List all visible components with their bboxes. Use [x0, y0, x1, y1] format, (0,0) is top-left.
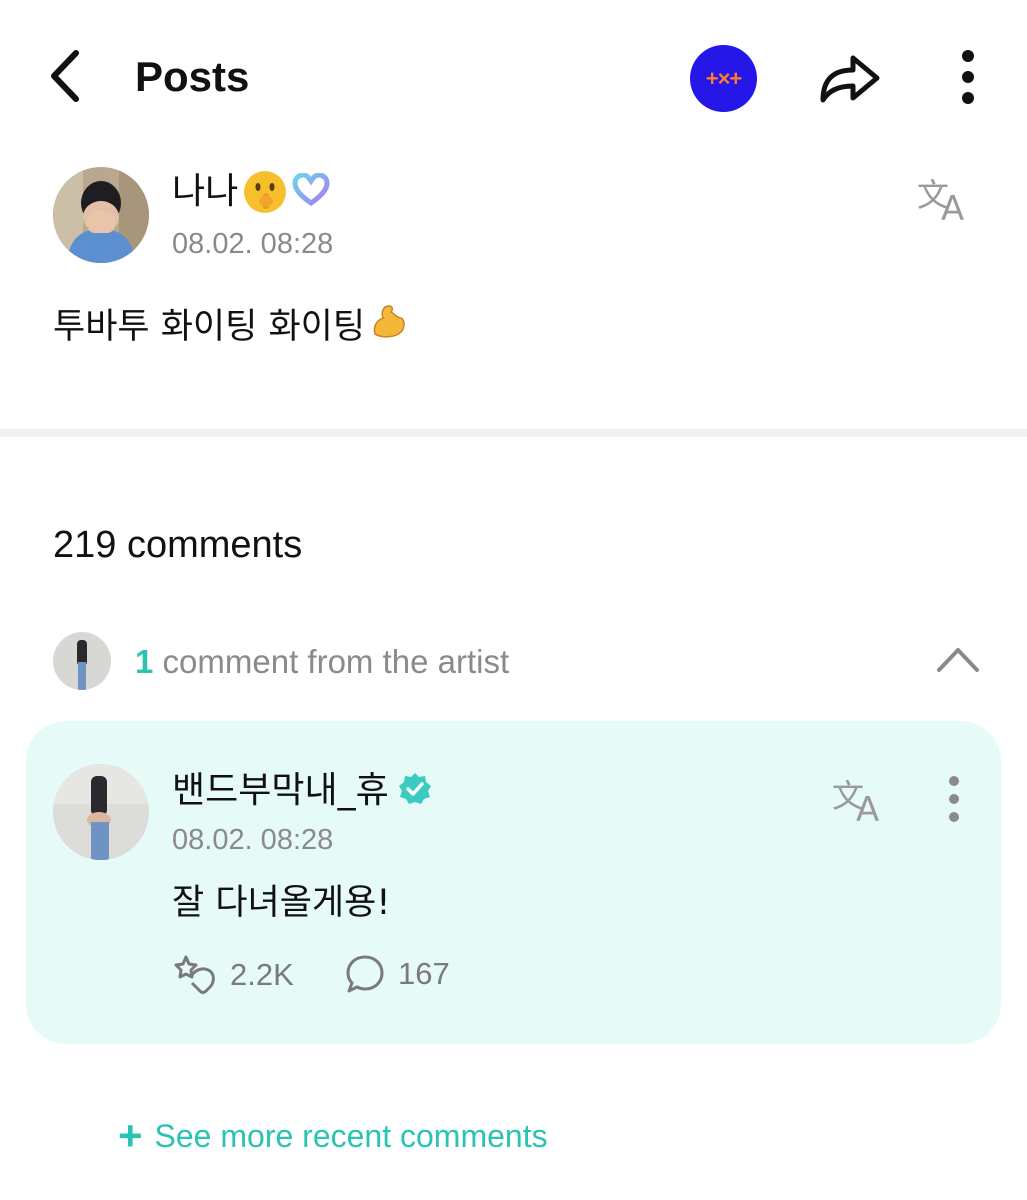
artist-comment-label: comment from the artist: [162, 643, 510, 680]
cheer-icon: [174, 955, 215, 994]
top-bar: Posts +×+: [0, 0, 1027, 150]
translate-icon: 文 A: [917, 176, 964, 229]
artist-comments-summary: 1 comment from the artist: [135, 640, 509, 684]
artist-comments-toggle[interactable]: 1 comment from the artist: [53, 632, 983, 692]
chevron-up-icon: [937, 648, 979, 672]
community-badge-label: +×+: [705, 65, 743, 91]
svg-text:A: A: [941, 189, 964, 226]
verified-badge-icon: [397, 771, 433, 811]
svg-text:A: A: [856, 790, 879, 827]
artist-comment-count: 1: [135, 643, 154, 680]
shushing-face-emoji: [244, 171, 287, 213]
back-button[interactable]: [36, 44, 92, 108]
artist-avatar[interactable]: [53, 764, 149, 860]
see-more-label: See more recent comments: [154, 1118, 548, 1154]
cheer-count: 2.2K: [230, 957, 294, 992]
translate-icon: 文 A: [832, 777, 879, 830]
cheer-button[interactable]: 2.2K: [172, 953, 294, 997]
share-arrow-icon: [820, 55, 880, 103]
artist-comment-author: 밴드부막내_휴: [172, 767, 433, 815]
post-author: 나나: [172, 168, 330, 216]
artist-comment-timestamp: 08.02. 08:28: [172, 824, 334, 856]
artist-name[interactable]: 밴드부막내_휴: [172, 767, 389, 815]
reply-button[interactable]: 167: [344, 953, 450, 995]
see-more-comments-button[interactable]: + See more recent comments: [118, 1114, 548, 1158]
share-button[interactable]: [815, 48, 885, 108]
artist-mini-avatar: [53, 632, 111, 690]
plus-icon: +: [118, 1112, 143, 1159]
post-author-name[interactable]: 나나: [172, 168, 238, 216]
comment-bubble-icon: [346, 955, 384, 993]
post-body-text: 투바투 화이팅 화이팅: [53, 307, 366, 347]
section-divider: [0, 429, 1027, 437]
collapse-button[interactable]: [933, 638, 983, 678]
heart-badge-icon: [292, 172, 330, 211]
translate-post-button[interactable]: 文 A: [915, 170, 977, 229]
post-timestamp: 08.02. 08:28: [172, 228, 334, 260]
page-title: Posts: [135, 53, 250, 100]
comment-more-button[interactable]: [934, 775, 974, 823]
more-vertical-icon: [949, 776, 959, 822]
community-badge[interactable]: +×+: [690, 45, 757, 112]
reply-count: 167: [398, 956, 450, 991]
more-vertical-icon: [962, 50, 974, 104]
comment-count: 219 comments: [53, 524, 303, 566]
chevron-left-icon: [51, 50, 79, 102]
more-options-button[interactable]: [948, 46, 988, 110]
post-body: 투바투 화이팅 화이팅: [53, 300, 409, 354]
artist-comment-card: 밴드부막내_휴 08.02. 08:28 文 A 잘 다녀올게용! 2.2K 1…: [26, 721, 1001, 1044]
flexed-biceps-emoji: [369, 300, 409, 354]
artist-comment-body: 잘 다녀올게용!: [172, 883, 391, 923]
post-author-avatar[interactable]: [53, 167, 149, 263]
translate-comment-button[interactable]: 文 A: [830, 771, 892, 830]
